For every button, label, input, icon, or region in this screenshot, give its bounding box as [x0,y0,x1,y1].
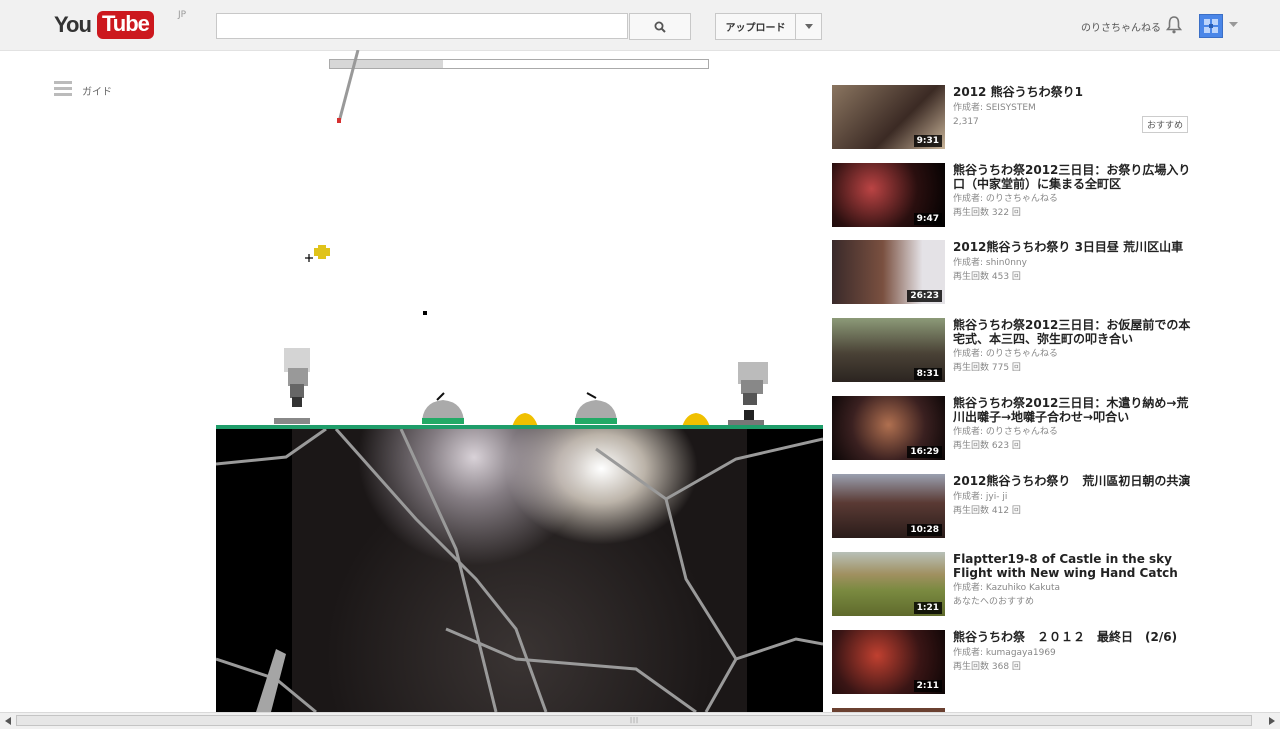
turret-sprite-2 [575,392,617,424]
video-title[interactable]: 2012 熊谷うちわ祭り1 [953,85,1193,99]
list-item[interactable]: 9:47 熊谷うちわ祭2012三日目：お祭り広場入り口（中家堂前）に集まる全町区… [832,163,1192,229]
video-duration: 8:31 [913,368,942,380]
list-item[interactable]: 2:11 熊谷うちわ祭 ２０１２ 最終日 (2/6) 作成者: kumagaya… [832,630,1192,696]
chevron-down-icon [804,24,813,29]
video-author: 作成者: shin0nny [953,258,1027,268]
crack-overlay [216,429,823,712]
video-author: 作成者: のりさちゃんねる [953,427,1058,437]
scroll-right-arrow[interactable] [1266,715,1278,727]
video-thumbnail[interactable]: 16:29 [832,396,945,460]
search-button[interactable] [629,13,691,40]
list-item[interactable]: 1:21 Flaptter19-8 of Castle in the sky F… [832,552,1192,618]
video-duration: 1:21 [913,602,942,614]
account-name[interactable]: のりさちゃんねる [1081,19,1161,34]
video-thumbnail[interactable]: 1:21 [832,552,945,616]
video-stat: 再生回数 623 回 [953,441,1021,451]
video-stat: 再生回数 412 回 [953,506,1021,516]
guide-label[interactable]: ガイド [82,83,112,98]
scrollbar-grip: ||| [630,717,640,724]
bullet-sprite [423,311,427,315]
search-icon [654,21,666,33]
video-thumbnail[interactable]: 26:23 [832,240,945,304]
video-thumbnail[interactable]: 9:31 [832,85,945,149]
video-player[interactable] [216,429,823,712]
video-duration: 9:31 [913,135,942,147]
video-author: 作成者: Kazuhiko Kakuta [953,583,1060,593]
video-stat: 2,317 [953,117,979,127]
scroll-left-arrow[interactable] [2,715,14,727]
video-author: 作成者: jyi- ji [953,492,1008,502]
video-duration: 26:23 [907,290,942,302]
list-item[interactable]: 26:23 2012熊谷うちわ祭り 3日目昼 荒川区山車 作成者: shin0n… [832,240,1192,306]
game-canvas[interactable] [216,50,823,430]
video-title[interactable]: 熊谷うちわ祭2012三日目：木遣り納め→荒川出囃子→地囃子合わせ→叩合い [953,396,1193,424]
logo-tube-text: Tube [97,11,154,39]
video-author: 作成者: のりさちゃんねる [953,194,1058,204]
video-stat: 再生回数 775 回 [953,363,1021,373]
video-title[interactable]: 2012熊谷うちわ祭り 荒川區初日朝の共演 [953,474,1193,488]
video-thumbnail[interactable]: 10:28 [832,474,945,538]
video-thumbnail[interactable]: 8:31 [832,318,945,382]
video-title[interactable]: 熊谷うちわ祭2012三日目：お仮屋前での本宅式、本三四、弥生町の叩き合い [953,318,1193,346]
video-duration: 10:28 [907,524,942,536]
player-cross-sprite [305,245,330,262]
turret-sprite-1 [422,392,464,424]
list-item[interactable]: 9:31 2012 熊谷うちわ祭り1 作成者: SEISYSTEM 2,317 … [832,85,1192,151]
video-author: 作成者: SEISYSTEM [953,103,1036,113]
video-stat: 再生回数 453 回 [953,272,1021,282]
video-stat: あなたへのおすすめ [953,597,1035,607]
avatar[interactable] [1199,14,1223,38]
upload-dropdown-button[interactable] [795,13,822,40]
video-title[interactable]: 熊谷うちわ祭 ２０１２ 最終日 (2/6) [953,630,1193,644]
video-author: 作成者: kumagaya1969 [953,648,1056,658]
video-duration: 9:47 [913,213,942,225]
list-item[interactable]: 16:29 熊谷うちわ祭2012三日目：木遣り納め→荒川出囃子→地囃子合わせ→叩… [832,396,1192,462]
logo-you-text: You [54,12,92,37]
bell-icon[interactable] [1166,16,1182,34]
search-input[interactable] [216,13,628,39]
horizontal-scrollbar[interactable]: ||| [0,712,1280,729]
masthead: You Tube JP アップロード のりさちゃんねる [0,0,1280,51]
video-duration: 16:29 [907,446,942,458]
upload-button[interactable]: アップロード [715,13,796,40]
video-thumbnail[interactable]: 2:11 [832,630,945,694]
video-stat: 再生回数 368 回 [953,662,1021,672]
chevron-down-icon[interactable] [1229,22,1238,27]
video-title[interactable]: Flaptter19-8 of Castle in the sky Flight… [953,552,1193,580]
logo-region: JP [178,10,187,20]
video-title[interactable]: 熊谷うちわ祭2012三日目：お祭り広場入り口（中家堂前）に集まる全町区 [953,163,1193,191]
video-thumbnail[interactable]: 9:47 [832,163,945,227]
avatar-pattern-icon [1204,19,1218,33]
chevron-right-icon [1269,717,1275,725]
chevron-left-icon [5,717,11,725]
video-stat: 再生回数 322 回 [953,208,1021,218]
list-item[interactable]: 10:28 2012熊谷うちわ祭り 荒川區初日朝の共演 作成者: jyi- ji… [832,474,1192,540]
guide-menu-icon[interactable] [54,81,72,97]
smoke-left-sprite [274,348,310,424]
falling-line-sprite [337,50,360,123]
video-author: 作成者: のりさちゃんねる [953,349,1058,359]
video-duration: 2:11 [913,680,942,692]
list-item[interactable]: 8:31 熊谷うちわ祭2012三日目：お仮屋前での本宅式、本三四、弥生町の叩き合… [832,318,1192,384]
recommended-badge: おすすめ [1142,116,1189,133]
video-title[interactable]: 2012熊谷うちわ祭り 3日目昼 荒川区山車 [953,240,1193,254]
smoke-right-sprite [728,362,768,425]
